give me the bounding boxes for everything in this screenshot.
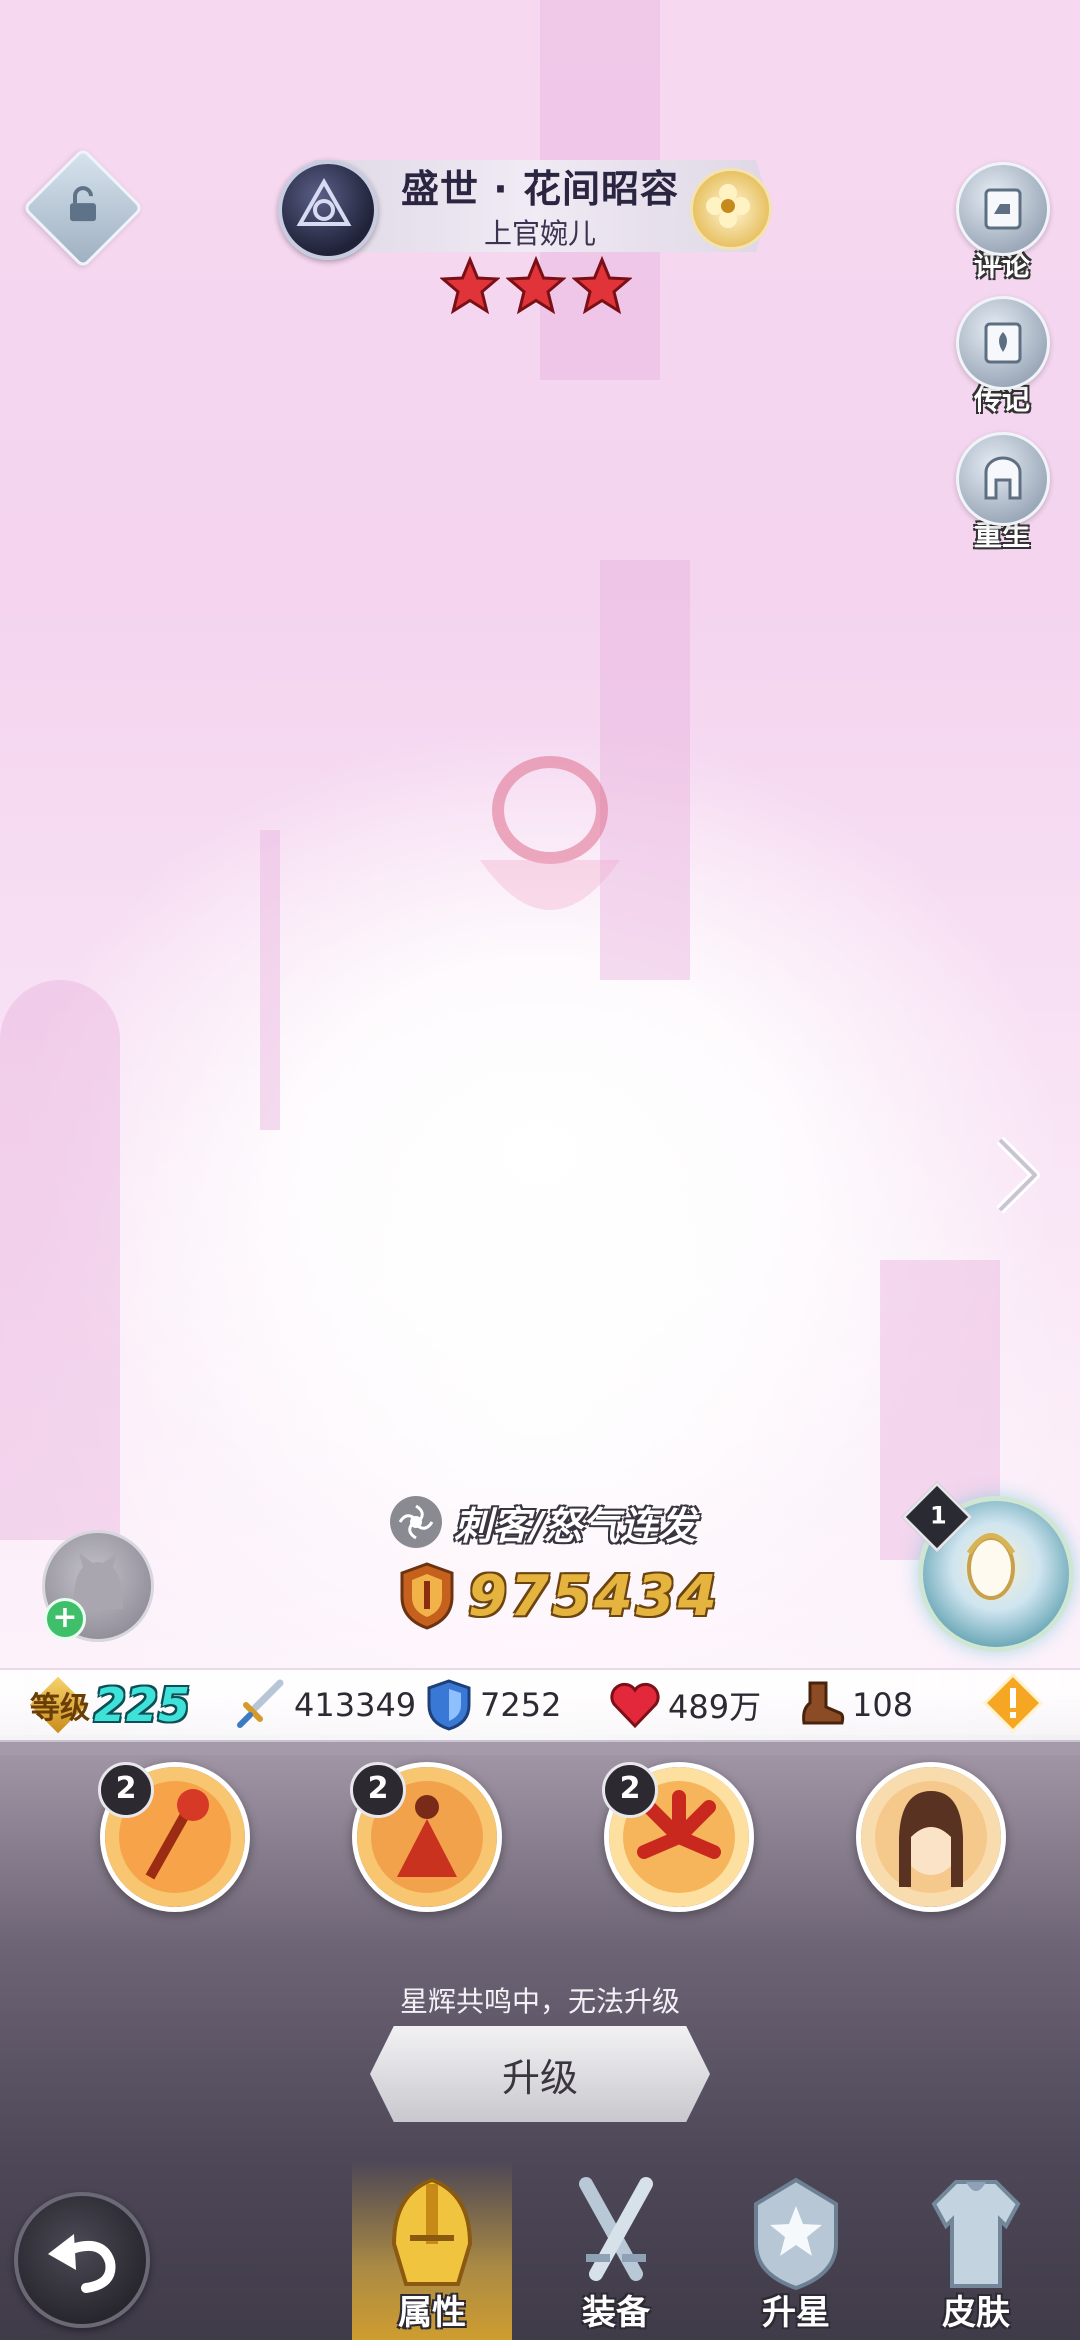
speed-stat: 108 bbox=[796, 1676, 913, 1734]
hero-class-row: 刺客/怒气连发 bbox=[390, 1492, 696, 1552]
combat-power-row: 975434 bbox=[398, 1558, 720, 1634]
tab-skins-label: 皮肤 bbox=[942, 2293, 1010, 2333]
swords-icon bbox=[579, 2177, 653, 2281]
level-tag: 等级 225 bbox=[24, 1676, 190, 1734]
hero-class-text: 刺客/怒气连发 bbox=[454, 1503, 696, 1548]
next-hero-arrow-icon[interactable] bbox=[990, 1130, 1050, 1220]
boot-icon bbox=[802, 1681, 845, 1725]
back-button[interactable] bbox=[14, 2192, 150, 2328]
hp-stat: 489万 bbox=[608, 1676, 761, 1734]
comment-button-circle bbox=[956, 162, 1050, 256]
helmet-icon bbox=[391, 2177, 473, 2286]
armor-icon bbox=[931, 2180, 1021, 2288]
skill-1-level-badge: 2 bbox=[98, 1762, 154, 1818]
combat-power-value: 975434 bbox=[468, 1563, 720, 1629]
biography-book-icon bbox=[984, 322, 1022, 364]
skill-2-level-badge: 2 bbox=[350, 1762, 406, 1818]
rebirth-button[interactable]: 重生 bbox=[956, 432, 1050, 554]
star-shield-icon bbox=[754, 2177, 838, 2291]
rebirth-gate-icon bbox=[984, 456, 1022, 500]
tab-star-up[interactable]: 升星 bbox=[716, 2160, 876, 2340]
star-icon bbox=[572, 256, 632, 315]
back-arrow-icon bbox=[48, 2234, 116, 2293]
skin-flower-badge[interactable] bbox=[690, 168, 772, 250]
tab-equipment-label: 装备 bbox=[582, 2293, 650, 2333]
hero-name: 上官婉儿 bbox=[483, 217, 596, 250]
hp-value: 489万 bbox=[668, 1688, 762, 1726]
upgrade-button-label: 升级 bbox=[501, 2055, 578, 2100]
star-icon bbox=[506, 256, 566, 315]
tab-attributes-label: 属性 bbox=[398, 2293, 466, 2333]
hero-title: 盛世 · 花间昭容 bbox=[401, 167, 679, 211]
attack-value: 413349 bbox=[294, 1686, 417, 1724]
hero-display-scene bbox=[0, 0, 1080, 1700]
upgrade-button[interactable]: 升级 bbox=[370, 2026, 710, 2122]
shield-icon bbox=[427, 1679, 471, 1731]
biography-button-circle bbox=[956, 296, 1050, 390]
level-value: 225 bbox=[94, 1678, 191, 1732]
skill-3-level-badge: 2 bbox=[602, 1762, 658, 1818]
rebirth-button-circle bbox=[956, 432, 1050, 526]
defense-value: 7252 bbox=[480, 1686, 562, 1724]
skill-4[interactable] bbox=[856, 1762, 1006, 1912]
combat-power-shield-icon bbox=[400, 1562, 454, 1630]
defense-stat: 7252 bbox=[424, 1676, 561, 1734]
upgrade-hint-text: 星辉共鸣中，无法升级 bbox=[399, 1985, 680, 2018]
biography-button[interactable]: 传记 bbox=[956, 296, 1050, 418]
add-pet-button[interactable]: + bbox=[44, 1598, 86, 1640]
tab-star-up-label: 升星 bbox=[762, 2293, 830, 2333]
level-label: 等级 bbox=[30, 1691, 90, 1726]
warning-button[interactable] bbox=[982, 1672, 1044, 1734]
tab-attributes[interactable]: 属性 bbox=[352, 2160, 512, 2340]
unlock-icon bbox=[70, 186, 96, 222]
background-pole bbox=[260, 830, 280, 1130]
comment-book-icon bbox=[984, 188, 1022, 230]
artifact-level-value: 1 bbox=[930, 1501, 947, 1530]
artifact-relic-icon bbox=[966, 1533, 1016, 1600]
tab-equipment[interactable]: 装备 bbox=[536, 2160, 696, 2340]
comment-button[interactable]: 评论 bbox=[956, 162, 1050, 284]
attack-stat: 413349 bbox=[232, 1676, 416, 1734]
background-arch bbox=[0, 980, 120, 1540]
sword-icon bbox=[237, 1679, 284, 1728]
star-rating bbox=[440, 256, 640, 320]
speed-value: 108 bbox=[852, 1686, 914, 1724]
hero-portrait-skill-icon bbox=[861, 1767, 1001, 1907]
flower-icon bbox=[706, 184, 750, 228]
faction-emblem-icon bbox=[296, 178, 352, 226]
heart-icon bbox=[610, 1682, 660, 1729]
tab-skins[interactable]: 皮肤 bbox=[896, 2160, 1056, 2340]
assassin-class-icon bbox=[390, 1496, 442, 1548]
hero-character-silhouette bbox=[480, 756, 620, 910]
star-icon bbox=[440, 256, 500, 315]
